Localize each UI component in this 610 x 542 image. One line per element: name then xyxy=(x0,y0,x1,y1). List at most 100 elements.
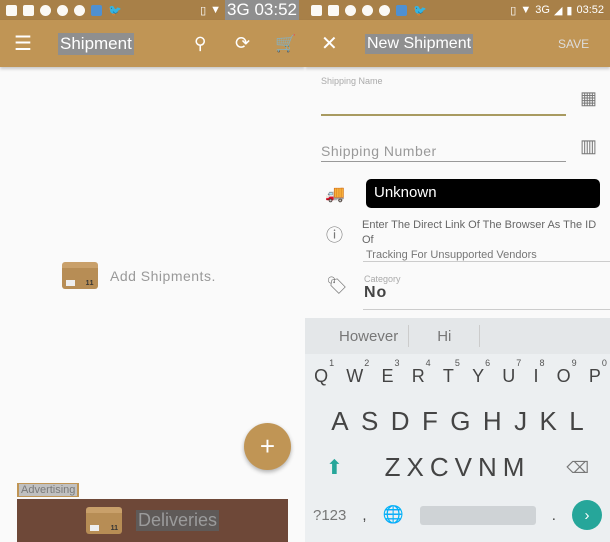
key-g[interactable]: G xyxy=(450,406,470,437)
key-z[interactable]: Z xyxy=(385,452,401,483)
category-field[interactable]: Category No xyxy=(364,274,401,302)
key-label: X xyxy=(406,452,424,482)
key-u[interactable]: U7 xyxy=(502,358,521,387)
comma-key[interactable]: , xyxy=(362,507,366,524)
key-c[interactable]: C xyxy=(430,452,449,483)
key-label: R xyxy=(411,366,425,386)
facebook-icon xyxy=(328,4,339,16)
key-hint: 3 xyxy=(394,358,400,368)
ad-banner[interactable]: 11 Deliveries xyxy=(17,499,288,542)
key-o[interactable]: O9 xyxy=(556,358,577,387)
cart-icon[interactable]: 🛒 xyxy=(275,20,296,67)
suggestion[interactable]: However xyxy=(305,325,410,347)
key-f[interactable]: F xyxy=(422,406,438,437)
key-l[interactable]: L xyxy=(569,406,583,437)
key-e[interactable]: E3 xyxy=(381,358,399,387)
backspace-key[interactable]: ⌫ xyxy=(566,458,589,478)
category-label: Category xyxy=(364,274,401,284)
key-a[interactable]: A xyxy=(331,406,348,437)
truck-icon: 🚚 xyxy=(325,186,345,203)
shipping-name-field[interactable]: Shipping Name xyxy=(321,76,566,102)
close-icon[interactable]: ✕ xyxy=(321,20,338,67)
key-w[interactable]: W2 xyxy=(346,358,369,387)
search-icon[interactable]: ⚲ xyxy=(194,20,206,67)
key-k[interactable]: K xyxy=(540,406,557,437)
info-text-line: Enter The Direct Link Of The Browser As … xyxy=(362,219,597,246)
ad-label-text: Advertising xyxy=(19,484,78,496)
globe-icon[interactable]: 🌐 xyxy=(383,505,404,525)
key-p[interactable]: P0 xyxy=(588,358,607,387)
key-hint: 9 xyxy=(571,358,577,368)
vibrate-icon: ▯ xyxy=(510,4,517,17)
key-hint: 2 xyxy=(364,358,370,368)
courier-select[interactable]: Unknown xyxy=(366,179,600,208)
wifi-icon: ▼ xyxy=(520,4,532,16)
key-label: H xyxy=(482,406,502,436)
add-shipment-button[interactable]: + xyxy=(244,423,291,470)
network-type: 3G xyxy=(227,0,250,19)
key-n[interactable]: N xyxy=(478,452,497,483)
key-label: S xyxy=(360,406,379,436)
key-label: Q xyxy=(314,366,329,386)
key-label: P xyxy=(588,366,601,386)
menu-icon[interactable]: ☰ xyxy=(14,20,32,67)
space-key[interactable] xyxy=(419,505,536,525)
save-button[interactable]: SAVE xyxy=(558,20,589,67)
battery-icon: ▮ xyxy=(566,4,573,17)
key-m[interactable]: M xyxy=(503,452,525,483)
key-hint: 8 xyxy=(539,358,545,368)
category-value: No xyxy=(364,284,388,301)
cloud-icon xyxy=(91,4,102,16)
barcode-icon[interactable]: ▥ xyxy=(580,136,597,157)
wifi-icon: ▼ xyxy=(210,4,222,16)
shipping-name-label: Shipping Name xyxy=(321,76,383,86)
enter-key[interactable]: › xyxy=(571,500,602,530)
symbols-key[interactable]: ?123 xyxy=(313,507,346,524)
key-v[interactable]: V xyxy=(455,452,472,483)
shift-key[interactable]: ⬆ xyxy=(326,455,343,480)
key-label: C xyxy=(429,452,449,482)
sync-icon[interactable]: ⟳ xyxy=(235,20,250,67)
shipping-number-field[interactable]: Shipping Number xyxy=(321,143,566,159)
key-j[interactable]: J xyxy=(514,406,527,437)
key-hint: 1 xyxy=(329,358,335,368)
qr-code-icon[interactable]: ▦ xyxy=(580,88,597,109)
period-key[interactable]: . xyxy=(552,507,556,524)
status-bar: 🐦 ▯ ▼ 3G ◢ ▮ 03:52 xyxy=(305,0,610,20)
cloud-icon xyxy=(396,4,407,16)
page-title: New Shipment xyxy=(365,33,474,54)
key-r[interactable]: R4 xyxy=(411,358,431,387)
key-d[interactable]: D xyxy=(391,406,410,437)
key-hint: 7 xyxy=(516,358,522,368)
key-y[interactable]: Y6 xyxy=(472,358,490,387)
key-q[interactable]: Q1 xyxy=(314,358,334,387)
app-icon xyxy=(40,4,51,16)
ad-label: Advertising xyxy=(17,483,80,497)
key-label: F xyxy=(421,406,438,436)
facebook-icon xyxy=(23,4,34,16)
key-x[interactable]: X xyxy=(407,452,424,483)
twitter-icon: 🐦 xyxy=(108,4,122,17)
key-label: M xyxy=(502,452,525,482)
key-label: O xyxy=(556,366,571,386)
banner-text: Deliveries xyxy=(135,510,220,531)
key-s[interactable]: S xyxy=(361,406,378,437)
tag-icon: 🏷 xyxy=(326,276,348,295)
twitter-icon: 🐦 xyxy=(413,4,427,17)
key-label: I xyxy=(533,366,539,386)
suggestion[interactable]: Hi xyxy=(409,325,481,347)
key-label: A xyxy=(331,406,349,436)
key-hint: 5 xyxy=(454,358,460,368)
key-i[interactable]: I8 xyxy=(533,358,544,387)
info-icon: ⓘ xyxy=(326,226,343,245)
notification-icon xyxy=(6,4,17,16)
key-t[interactable]: T5 xyxy=(443,358,460,387)
info-text: Enter The Direct Link Of The Browser As … xyxy=(362,218,610,263)
key-row-4: ?123 , 🌐 . › xyxy=(305,500,610,530)
package-icon: 11 xyxy=(62,262,98,289)
shipping-name-value[interactable] xyxy=(321,86,566,102)
key-row-3: ⬆ ZXCVNM ⌫ xyxy=(305,452,610,483)
shipment-list-screen: 🐦 ▯ ▼ 3G 03:52 ☰ Shipment ⚲ ⟳ 🛒 11 Add S… xyxy=(0,0,305,542)
network-type: 3G xyxy=(535,4,550,16)
key-h[interactable]: H xyxy=(483,406,502,437)
